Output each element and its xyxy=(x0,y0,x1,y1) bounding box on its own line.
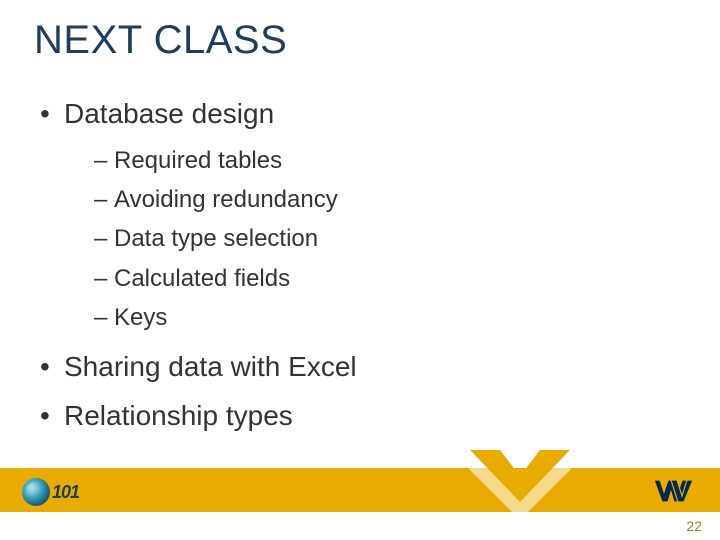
sub-bullet-item: Required tables xyxy=(94,145,680,176)
globe-icon xyxy=(22,478,50,506)
sublist: Required tables Avoiding redundancy Data… xyxy=(94,145,680,333)
bullet-item: Database design xyxy=(38,96,680,131)
bullet-item: Sharing data with Excel xyxy=(38,349,680,384)
wv-logo xyxy=(652,476,694,506)
sub-bullet-item: Keys xyxy=(94,302,680,333)
course-code: 101 xyxy=(52,482,79,503)
slide: NEXT CLASS Database design Required tabl… xyxy=(0,0,720,540)
page-number: 22 xyxy=(686,518,702,534)
footer-band xyxy=(0,468,720,512)
slide-title: NEXT CLASS xyxy=(34,18,287,63)
sub-bullet-item: Data type selection xyxy=(94,223,680,254)
bullet-item: Relationship types xyxy=(38,398,680,433)
sub-bullet-item: Avoiding redundancy xyxy=(94,184,680,215)
slide-content: Database design Required tables Avoiding… xyxy=(38,96,680,447)
course-logo: 101 xyxy=(22,478,79,506)
sub-bullet-item: Calculated fields xyxy=(94,263,680,294)
